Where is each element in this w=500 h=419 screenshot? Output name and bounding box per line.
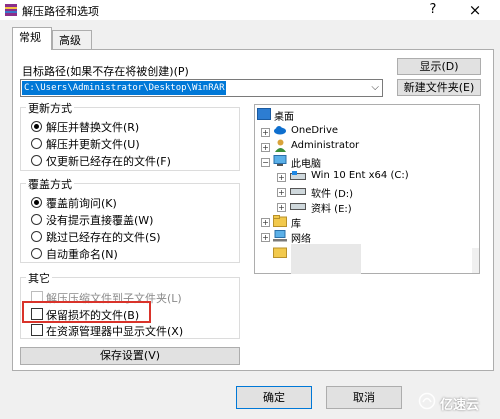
tree-item-libraries[interactable]: 库 [291,215,301,230]
watermark-text: 亿速云 [440,398,480,413]
radio-update-existing[interactable] [31,155,42,166]
expand-plus-icon[interactable]: + [261,128,270,137]
desktop-icon [257,108,271,120]
tree-item-drive-d[interactable]: 软件 (D:) [311,185,353,200]
radio-overwrite-silently-label[interactable]: 没有提示直接覆盖(W) [46,212,153,228]
target-path-combobox[interactable]: C:\Users\Administrator\Desktop\WinRAR ⌵ [20,79,383,97]
new-folder-button[interactable]: 新建文件夹(E) [397,79,481,96]
radio-extract-replace[interactable] [31,121,42,132]
drive-icon [290,203,306,210]
tree-item-onedrive[interactable]: OneDrive [291,125,338,136]
expand-plus-icon[interactable]: + [277,188,286,197]
cloud-icon [274,126,286,135]
drive-icon [290,188,306,195]
target-path-label: 目标路径(如果不存在将被创建)(P) [22,65,189,78]
ok-button[interactable]: 确定 [236,386,312,409]
watermark-logo-icon [418,392,436,410]
user-icon [275,139,286,152]
chevron-down-icon[interactable]: ⌵ [371,80,379,96]
tree-item-drive-c[interactable]: Win 10 Ent x64 (C:) [311,170,409,181]
highlight-annotation-box [22,301,151,323]
computer-icon [273,155,287,166]
drive-icon [290,171,306,180]
target-path-input[interactable]: C:\Users\Administrator\Desktop\WinRAR [22,81,227,95]
tree-item-network[interactable]: 网络 [291,230,311,245]
cancel-button[interactable]: 取消 [326,386,402,409]
winrar-app-icon [5,4,17,16]
tab-general[interactable]: 常规 [12,27,52,50]
radio-skip-existing-label[interactable]: 跳过已经存在的文件(S) [46,229,161,245]
radio-auto-rename-label[interactable]: 自动重命名(N) [46,246,118,262]
expand-plus-icon[interactable]: + [277,203,286,212]
tree-item-drive-e[interactable]: 资料 (E:) [311,200,352,215]
radio-ask-before-overwrite-label[interactable]: 覆盖前询问(K) [46,195,117,211]
expand-plus-icon[interactable]: + [261,218,270,227]
radio-skip-existing[interactable] [31,231,42,242]
redacted-tree-items [291,244,361,274]
save-settings-button[interactable]: 保存设置(V) [20,347,240,365]
radio-auto-rename[interactable] [31,248,42,259]
radio-ask-before-overwrite[interactable] [31,197,42,208]
checkbox-show-in-explorer[interactable] [31,324,43,336]
tab-advanced[interactable]: 高级 [52,30,92,49]
expand-plus-icon[interactable]: + [277,173,286,182]
collapse-minus-icon[interactable]: − [261,158,270,167]
tree-item-desktop[interactable]: 桌面 [274,108,294,123]
window-title: 解压路径和选项 [22,5,99,18]
radio-extract-replace-label[interactable]: 解压并替换文件(R) [46,119,139,135]
library-icon [273,215,287,227]
network-icon [273,230,287,242]
radio-extract-update[interactable] [31,138,42,149]
radio-extract-update-label[interactable]: 解压并更新文件(U) [46,136,140,152]
expand-plus-icon[interactable]: + [261,233,270,242]
tree-scrollbar[interactable] [472,248,479,273]
checkbox-show-in-explorer-label[interactable]: 在资源管理器中显示文件(X) [46,323,183,339]
help-button[interactable]: ? [420,1,446,19]
expand-plus-icon[interactable]: + [261,143,270,152]
tree-item-administrator[interactable]: Administrator [291,140,359,151]
overwrite-mode-title: 覆盖方式 [26,176,74,192]
tree-item-this-pc[interactable]: 此电脑 [291,155,321,170]
close-button[interactable]: × [462,1,488,19]
misc-title: 其它 [26,270,52,286]
show-button[interactable]: 显示(D) [397,58,481,75]
folder-tree[interactable] [254,104,480,274]
radio-update-existing-label[interactable]: 仅更新已经存在的文件(F) [46,153,171,169]
folder-icon [273,247,287,258]
radio-overwrite-silently[interactable] [31,214,42,225]
update-mode-title: 更新方式 [26,100,74,116]
